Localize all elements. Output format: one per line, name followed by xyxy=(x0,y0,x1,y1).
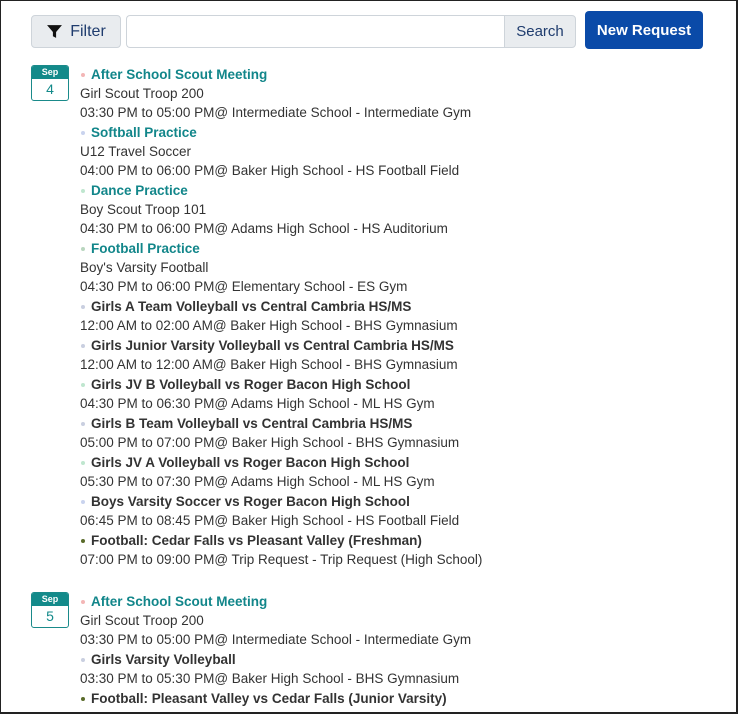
new-request-button[interactable]: New Request xyxy=(585,11,703,49)
event-title-link[interactable]: Girls B Team Volleyball vs Central Cambr… xyxy=(91,416,412,431)
category-dot-icon xyxy=(81,382,85,387)
event-title-link[interactable]: Girls Varsity Volleyball xyxy=(91,652,236,667)
event-title-row: Football Practice xyxy=(80,239,700,258)
event-title-row: Boys Varsity Soccer vs Roger Bacon High … xyxy=(80,492,700,511)
date-badge-day: 5 xyxy=(46,608,54,624)
date-badge-month: Sep xyxy=(32,593,68,606)
filter-icon xyxy=(47,25,63,38)
date-badge: Sep 5 xyxy=(31,592,69,628)
event-title-row: After School Scout Meeting xyxy=(80,65,700,84)
event-title-row: Girls B Team Volleyball vs Central Cambr… xyxy=(80,414,700,433)
event-item: Girls JV A Volleyball vs Roger Bacon Hig… xyxy=(80,453,700,492)
filter-label: Filter xyxy=(70,22,106,40)
category-dot-icon xyxy=(81,460,85,465)
event-title-link[interactable]: Softball Practice xyxy=(91,125,197,140)
event-title-link[interactable]: Girls A Team Volleyball vs Central Cambr… xyxy=(91,299,411,314)
event-time-location: 06:45 PM to 08:45 PM@ Baker High School … xyxy=(80,513,460,528)
event-item: Football: Pleasant Valley vs Cedar Falls… xyxy=(80,689,700,709)
event-time-location: 04:30 PM to 06:00 PM@ Adams High School … xyxy=(80,221,448,236)
event-title-link[interactable]: After School Scout Meeting xyxy=(91,67,267,82)
date-badge: Sep 4 xyxy=(31,65,69,101)
event-group: Girl Scout Troop 200 xyxy=(80,613,204,628)
date-badge-day: 4 xyxy=(46,81,54,97)
event-item: Softball Practice U12 Travel Soccer 04:00 … xyxy=(80,123,700,181)
event-title-row: Girls JV B Volleyball vs Roger Bacon Hig… xyxy=(80,375,700,394)
event-title-link[interactable]: Girls JV B Volleyball vs Roger Bacon Hig… xyxy=(91,377,410,392)
event-time-location: 04:00 PM to 06:00 PM@ Baker High School … xyxy=(80,163,460,178)
search-button[interactable]: Search xyxy=(504,15,576,48)
category-dot-icon xyxy=(81,599,85,604)
event-item: Girls Varsity Volleyball 03:30 PM to 05:3… xyxy=(80,650,700,689)
event-title-link[interactable]: Girls JV A Volleyball vs Roger Bacon Hig… xyxy=(91,455,409,470)
category-dot-icon xyxy=(81,421,85,426)
event-title-link[interactable]: After School Scout Meeting xyxy=(91,594,267,609)
event-group: Boy's Varsity Football xyxy=(80,260,209,275)
event-title-row: Girls Junior Varsity Volleyball vs Centr… xyxy=(80,336,700,355)
event-title-row: Girls A Team Volleyball vs Central Cambr… xyxy=(80,297,700,316)
event-group: Boy Scout Troop 101 xyxy=(80,202,207,217)
event-time-location: 03:30 PM to 05:00 PM@ Intermediate Schoo… xyxy=(80,632,472,647)
event-title-row: After School Scout Meeting xyxy=(80,592,700,611)
event-title-row: Dance Practice xyxy=(80,181,700,200)
category-dot-icon xyxy=(81,538,85,543)
event-time-location: 04:30 PM to 06:30 PM@ Adams High School … xyxy=(80,396,435,411)
event-time-location: 12:00 AM to 12:00 AM@ Baker High School … xyxy=(80,357,458,372)
event-time-location: 03:30 PM to 05:00 PM@ Intermediate Schoo… xyxy=(80,105,472,120)
category-dot-icon xyxy=(81,188,85,193)
event-time-location: 07:00 PM to 09:00 PM@ Trip Request - Tri… xyxy=(80,552,483,567)
event-title-row: Girls Varsity Volleyball xyxy=(80,650,700,669)
event-item: Boys Varsity Soccer vs Roger Bacon High … xyxy=(80,492,700,531)
event-item: Football Practice Boy's Varsity Football 0… xyxy=(80,239,700,297)
event-item: Girls Junior Varsity Volleyball vs Centr… xyxy=(80,336,700,375)
event-time-location: 05:30 PM to 07:30 PM@ Adams High School … xyxy=(80,474,435,489)
event-title-link[interactable]: Football: Cedar Falls vs Pleasant Valley… xyxy=(91,533,422,548)
toolbar: Filter Search New Request xyxy=(31,11,703,49)
event-title-row: Softball Practice xyxy=(80,123,700,142)
event-title-link[interactable]: Football: Pleasant Valley vs Cedar Falls… xyxy=(91,691,447,706)
category-dot-icon xyxy=(81,304,85,309)
event-title-row: Football: Pleasant Valley vs Cedar Falls… xyxy=(80,689,700,708)
event-item: After School Scout Meeting Girl Scout Tro… xyxy=(80,592,700,650)
event-title-row: Girls JV A Volleyball vs Roger Bacon Hig… xyxy=(80,453,700,472)
event-title-link[interactable]: Boys Varsity Soccer vs Roger Bacon High … xyxy=(91,494,410,509)
event-item: Girls JV B Volleyball vs Roger Bacon Hig… xyxy=(80,375,700,414)
event-time-location: 04:30 PM to 06:00 PM@ Elementary School … xyxy=(80,279,408,294)
category-dot-icon xyxy=(81,246,85,251)
category-dot-icon xyxy=(81,130,85,135)
filter-button[interactable]: Filter xyxy=(31,15,121,48)
event-title-link[interactable]: Dance Practice xyxy=(91,183,188,198)
event-time-location: 05:00 PM to 07:00 PM@ Baker High School … xyxy=(80,435,460,450)
event-group: Girl Scout Troop 200 xyxy=(80,86,204,101)
event-list: After School Scout Meeting Girl Scout Tro… xyxy=(80,65,700,570)
event-item: Girls B Team Volleyball vs Central Cambr… xyxy=(80,414,700,453)
event-item: After School Scout Meeting Girl Scout Tro… xyxy=(80,65,700,123)
event-title-row: Football: Cedar Falls vs Pleasant Valley… xyxy=(80,531,700,550)
category-dot-icon xyxy=(81,343,85,348)
event-time-location: 03:30 PM to 05:30 PM@ Baker High School … xyxy=(80,671,460,686)
search-input[interactable] xyxy=(126,15,505,48)
event-time-location: 12:00 AM to 02:00 AM@ Baker High School … xyxy=(80,318,458,333)
category-dot-icon xyxy=(81,72,85,77)
event-title-link[interactable]: Girls Junior Varsity Volleyball vs Centr… xyxy=(91,338,454,353)
event-list: After School Scout Meeting Girl Scout Tro… xyxy=(80,592,700,709)
event-item: Girls A Team Volleyball vs Central Cambr… xyxy=(80,297,700,336)
event-group: U12 Travel Soccer xyxy=(80,144,192,159)
date-badge-month: Sep xyxy=(32,66,68,79)
calendar-list-panel: Filter Search New Request Sep 4 After Scho… xyxy=(0,0,738,714)
category-dot-icon xyxy=(81,696,85,701)
event-item: Football: Cedar Falls vs Pleasant Valley… xyxy=(80,531,700,570)
event-item: Dance Practice Boy Scout Troop 101 04:30 P… xyxy=(80,181,700,239)
category-dot-icon xyxy=(81,657,85,662)
category-dot-icon xyxy=(81,499,85,504)
event-title-link[interactable]: Football Practice xyxy=(91,241,200,256)
